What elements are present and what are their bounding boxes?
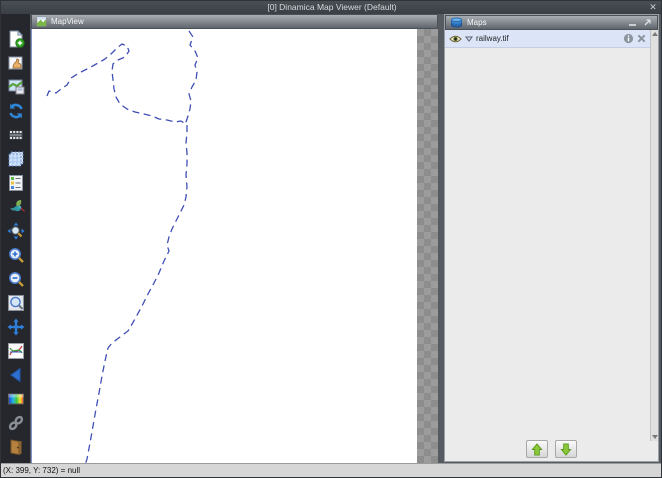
maps-panel-header[interactable]: Maps	[445, 15, 658, 30]
statusbar: (X: 399, Y: 732) = null	[1, 463, 662, 477]
tile-selection-button[interactable]	[4, 148, 27, 169]
pan-icon	[7, 318, 25, 336]
exit-door-button[interactable]	[4, 436, 27, 457]
layer-info-icon[interactable]	[623, 33, 634, 44]
legend-button[interactable]	[4, 172, 27, 193]
maps-panel-title: Maps	[467, 18, 487, 27]
float-icon	[643, 18, 652, 27]
exit-door-icon	[7, 438, 25, 456]
arrow-up-icon	[531, 443, 543, 456]
scrollbar-up-icon[interactable]	[652, 32, 658, 36]
railway-line-main	[47, 44, 187, 464]
scrollbar-down-icon[interactable]	[652, 435, 658, 439]
legend-icon	[7, 174, 25, 192]
move-layer-down-button[interactable]	[555, 440, 577, 458]
zoom-in-icon	[7, 246, 25, 264]
toolbar	[1, 14, 30, 463]
chart-icon	[7, 342, 25, 360]
app-window: [0] Dinamica Map Viewer (Default) ✕	[0, 0, 662, 478]
zoom-window-icon	[7, 294, 25, 312]
zoom-out-button[interactable]	[4, 268, 27, 289]
move-layer-up-button[interactable]	[526, 440, 548, 458]
hand-select-icon	[7, 54, 25, 72]
link-button[interactable]	[4, 412, 27, 433]
window-title: [0] Dinamica Map Viewer (Default)	[267, 2, 396, 12]
palette-button[interactable]	[4, 388, 27, 409]
mapview-header[interactable]: MapView	[31, 14, 438, 29]
visibility-eye-icon[interactable]	[449, 34, 462, 44]
zoom-in-button[interactable]	[4, 244, 27, 265]
hummingbird-icon	[7, 198, 25, 216]
tile-selection-icon	[7, 150, 25, 168]
layer-row[interactable]: railway.tif	[445, 30, 658, 48]
pan-button[interactable]	[4, 316, 27, 337]
mapview-title: MapView	[51, 17, 84, 26]
back-icon	[7, 366, 25, 384]
expander-chevron-down-icon[interactable]	[465, 36, 473, 42]
layer-name: railway.tif	[476, 34, 509, 43]
railway-line-layer	[32, 29, 417, 464]
maps-panel: Maps railway.tif	[444, 14, 659, 462]
zoom-out-icon	[7, 270, 25, 288]
coordinate-readout: (X: 399, Y: 732) = null	[3, 466, 80, 475]
chart-button[interactable]	[4, 340, 27, 361]
refresh-icon	[7, 102, 25, 120]
filmstrip-icon	[7, 126, 25, 144]
map-canvas-transparent-area[interactable]	[31, 29, 438, 463]
layers-icon	[450, 17, 463, 28]
maps-layer-list: railway.tif	[445, 30, 658, 461]
close-icon[interactable]: ✕	[647, 1, 659, 14]
layer-remove-icon[interactable]	[637, 34, 646, 43]
link-icon	[7, 414, 25, 432]
titlebar: [0] Dinamica Map Viewer (Default) ✕	[1, 1, 662, 14]
mapview-panel: MapView	[31, 14, 438, 463]
edit-map-icon	[7, 78, 25, 96]
edit-map-button[interactable]	[4, 76, 27, 97]
railway-line-branch	[186, 31, 198, 125]
layer-reorder-bar	[445, 440, 658, 458]
minimize-icon	[628, 18, 637, 27]
palette-icon	[7, 390, 25, 408]
arrow-down-icon	[560, 443, 572, 456]
dock-float-button[interactable]	[642, 17, 653, 28]
zoom-region-icon	[7, 222, 25, 240]
maps-scrollbar[interactable]	[650, 30, 658, 441]
zoom-window-button[interactable]	[4, 292, 27, 313]
back-button[interactable]	[4, 364, 27, 385]
hand-select-button[interactable]	[4, 52, 27, 73]
new-document-button[interactable]	[4, 28, 27, 49]
filmstrip-button[interactable]	[4, 124, 27, 145]
zoom-region-button[interactable]	[4, 220, 27, 241]
refresh-button[interactable]	[4, 100, 27, 121]
mapview-icon	[36, 16, 47, 27]
hummingbird-button[interactable]	[4, 196, 27, 217]
new-document-icon	[7, 30, 25, 48]
dock-minimize-button[interactable]	[627, 17, 638, 28]
